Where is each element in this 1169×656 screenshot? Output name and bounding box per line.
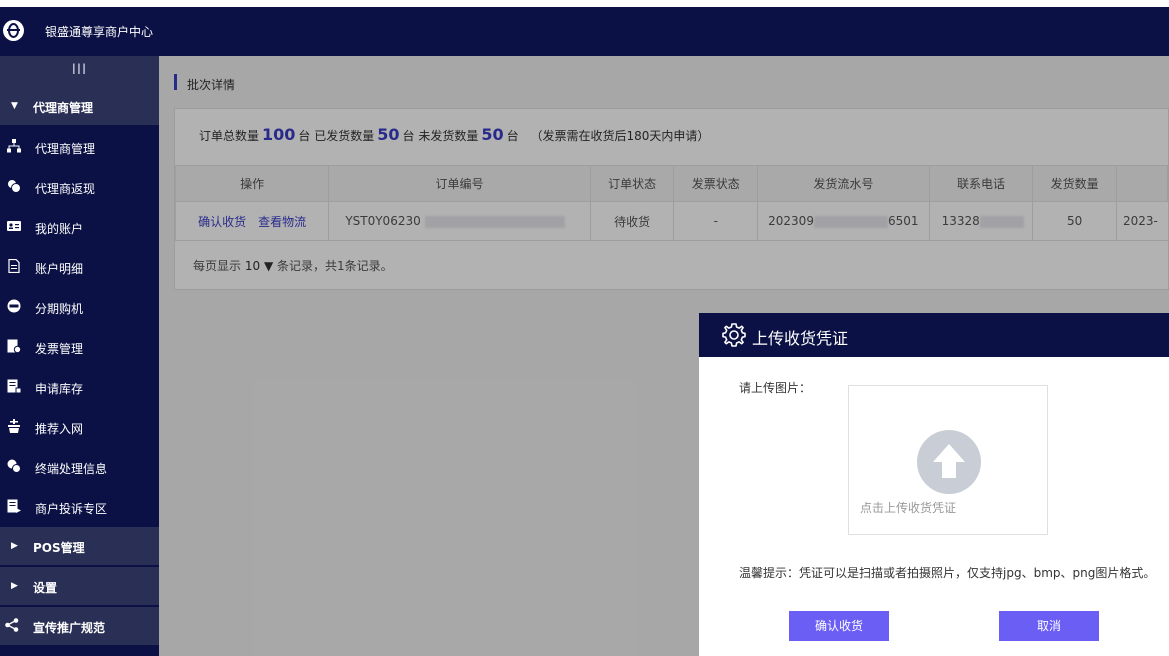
- upload-arrow-icon: [917, 430, 981, 494]
- sidebar-item-installment[interactable]: 分期购机: [0, 287, 159, 327]
- format-tip: 温馨提示：凭证可以是扫描或者拍摄照片，仅支持jpg、bmp、png图片格式。: [739, 566, 1156, 580]
- caret-right-icon: ▶: [11, 541, 18, 551]
- complaint-icon: [7, 499, 21, 513]
- installment-icon: [7, 299, 21, 313]
- sidebar-item-complaint[interactable]: 商户投诉专区: [0, 487, 159, 527]
- sidebar-item-terminal[interactable]: 终端处理信息: [0, 447, 159, 487]
- share-icon: [5, 618, 19, 635]
- sidebar-item-invoice[interactable]: 发票管理: [0, 327, 159, 367]
- upload-label: 请上传图片：: [739, 381, 812, 395]
- upload-receipt-dialog: 上传收货凭证 请上传图片： 点击上传收货凭证 温馨提示：凭证可以是扫描或者拍摄照…: [699, 313, 1169, 656]
- recommend-icon: [7, 419, 21, 433]
- menu-group-agent[interactable]: ▼ 代理商管理: [0, 87, 159, 125]
- sitemap-icon: [7, 139, 21, 153]
- menu-group-settings[interactable]: ▶ 设置: [0, 567, 159, 605]
- id-card-icon: [7, 219, 21, 233]
- document-icon: [7, 258, 21, 274]
- caret-right-icon: ▶: [11, 581, 18, 591]
- sidebar-item-my-account[interactable]: 我的账户: [0, 207, 159, 247]
- brand-title: 银盛通尊享商户中心: [45, 25, 154, 39]
- sidebar-toggle[interactable]: III: [0, 56, 159, 87]
- cancel-button[interactable]: 取消: [999, 611, 1099, 641]
- upload-area[interactable]: 点击上传收货凭证: [848, 385, 1048, 535]
- top-header: 银盛通尊享商户中心: [0, 7, 1169, 56]
- logo-icon: [3, 20, 24, 41]
- invoice-icon: [7, 339, 22, 354]
- confirm-receipt-button[interactable]: 确认收货: [789, 611, 889, 641]
- menu-group-pos[interactable]: ▶ POS管理: [0, 527, 159, 565]
- caret-down-icon: ▼: [11, 101, 18, 111]
- sidebar-item-agent-manage[interactable]: 代理商管理: [0, 127, 159, 167]
- sidebar-item-promotion[interactable]: 宣传推广规范: [0, 607, 159, 645]
- dialog-title: 上传收货凭证: [752, 329, 849, 348]
- inventory-icon: [7, 379, 22, 394]
- sidebar-item-agent-cashback[interactable]: 代理商返现: [0, 167, 159, 207]
- terminal-icon: [7, 459, 21, 473]
- dialog-header: 上传收货凭证: [699, 313, 1169, 357]
- sidebar-item-inventory[interactable]: 申请库存: [0, 367, 159, 407]
- sidebar-item-recommend[interactable]: 推荐入网: [0, 407, 159, 447]
- cash-icon: [7, 179, 21, 193]
- sidebar: III ▼ 代理商管理 代理商管理 代理商返现 我的账户 账户明细 分期购机 发…: [0, 56, 159, 656]
- upload-hint: 点击上传收货凭证: [860, 501, 957, 515]
- gear-icon: [722, 323, 746, 347]
- sidebar-item-account-detail[interactable]: 账户明细: [0, 247, 159, 287]
